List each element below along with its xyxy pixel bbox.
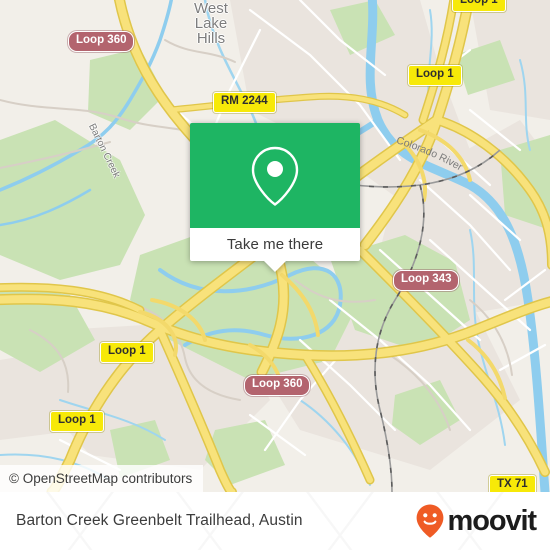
moovit-wordmark: moovit [447, 504, 538, 537]
take-me-there-button[interactable]: Take me there [190, 228, 360, 272]
popup-tail-pointer [264, 261, 286, 272]
destination-popup-card[interactable]: Take me there [190, 123, 360, 272]
moovit-smiley-pin-icon [416, 504, 443, 538]
osm-attribution[interactable]: © OpenStreetMap contributors [0, 465, 204, 492]
popup-pin-area [190, 123, 360, 228]
map-pin-icon [251, 146, 299, 206]
map-canvas[interactable]: Colorado River West Lake Hills Barton Cr… [0, 0, 550, 492]
osm-attribution-text: © OpenStreetMap contributors [9, 471, 193, 486]
footer-bar: Barton Creek Greenbelt Trailhead, Austin… [0, 492, 550, 550]
take-me-there-label: Take me there [226, 236, 324, 253]
moovit-logo[interactable]: moovit [415, 503, 538, 539]
place-title: Barton Creek Greenbelt Trailhead, Austin [16, 512, 303, 529]
moovit-map-screenshot: Colorado River West Lake Hills Barton Cr… [0, 0, 550, 550]
